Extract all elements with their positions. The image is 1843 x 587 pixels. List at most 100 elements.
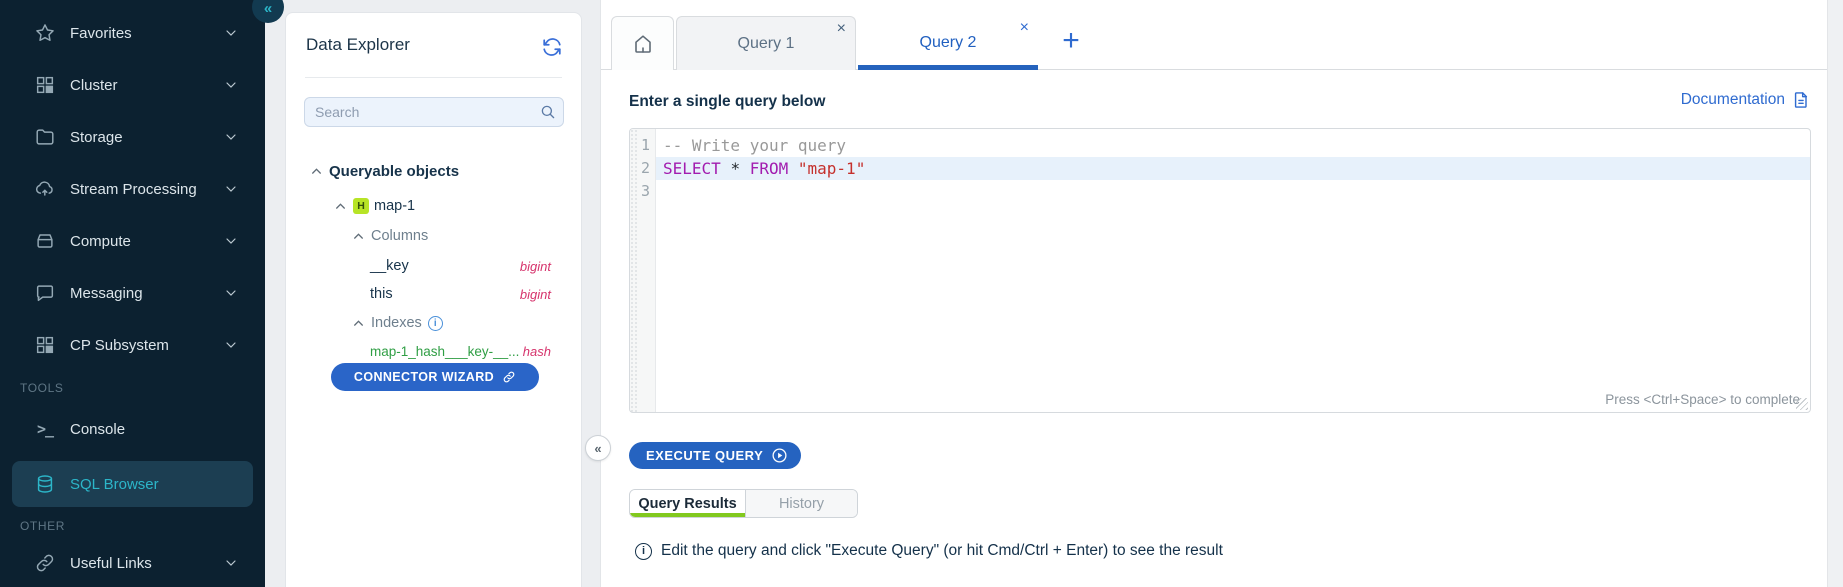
chevron-down-icon [223,337,239,353]
tab-label: Query Results [638,496,736,512]
index-type: hash [523,344,551,359]
chevron-up-icon[interactable] [310,165,323,178]
autocomplete-hint: Press <Ctrl+Space> to complete [1605,392,1800,407]
tree-item-index[interactable]: map-1_hash___key-__... hash [286,339,581,363]
sidebar-item-label: SQL Browser [70,476,159,493]
column-name: __key [370,258,409,274]
other-section-label: OTHER [20,519,65,533]
active-tab-indicator [858,65,1038,70]
sidebar-item-stream-processing[interactable]: Stream Processing [0,163,265,215]
document-icon [1791,90,1811,110]
sidebar-item-cp-subsystem[interactable]: CP Subsystem [0,319,265,371]
search-input[interactable] [304,97,564,127]
tab-home[interactable] [611,16,674,70]
chevron-down-icon [223,555,239,571]
code-line [656,180,1810,203]
editor-resize-handle[interactable] [1796,398,1808,410]
column-type: bigint [520,259,551,274]
execute-query-label: EXECUTE QUERY [646,448,763,463]
data-explorer-card: Data Explorer Queryable objects H map-1 … [285,12,582,587]
close-icon[interactable]: × [1020,20,1029,36]
sidebar-item-label: Console [70,421,125,438]
tools-section-label: TOOLS [20,381,63,395]
tab-query-1[interactable]: Query 1 × [676,16,856,70]
search-field-wrap [304,97,564,127]
chevron-up-icon[interactable] [352,317,365,330]
star-icon [33,21,57,45]
sidebar-item-sql-browser[interactable]: SQL Browser [12,461,253,507]
tab-history[interactable]: History [745,490,857,517]
editor-lines: 1 -- Write your query 2 SELECT * FROM "m… [630,134,1810,203]
documentation-link[interactable]: Documentation [1681,90,1811,110]
grid-icon [33,333,57,357]
search-icon [539,103,557,121]
info-icon: i [635,543,652,560]
index-name: map-1_hash___key-__... [370,344,519,359]
hazelcast-badge: H [353,198,369,214]
column-type: bigint [520,287,551,302]
sql-comment: -- Write your query [663,136,846,155]
execute-query-button[interactable]: EXECUTE QUERY [629,442,801,469]
line-number: 2 [630,157,656,180]
line-number: 3 [630,180,656,203]
sidebar-item-storage[interactable]: Storage [0,111,265,163]
active-result-tab-indicator [630,513,745,517]
link-icon [33,551,57,575]
query-tabbar: Query 1 × Query 2 × + [601,0,1827,70]
sql-editor[interactable]: 1 -- Write your query 2 SELECT * FROM "m… [629,128,1811,413]
sidebar-item-label: Useful Links [70,555,152,572]
sql-keyword: FROM [750,159,789,178]
tree-item-indexes[interactable]: Indexes i [286,311,581,335]
vertical-scrollbar[interactable] [1827,0,1843,587]
sql-star: * [730,159,740,178]
close-icon[interactable]: × [837,21,846,37]
tree-item-columns[interactable]: Columns [286,224,581,248]
tab-label: Query 1 [738,35,795,53]
sidebar-item-console[interactable]: >_ Console [0,403,265,455]
code-line-active: SELECT * FROM "map-1" [656,157,1810,180]
tab-query-results[interactable]: Query Results [630,490,745,517]
sidebar-item-cluster[interactable]: Cluster [0,59,265,111]
tree-item-queryable-objects[interactable]: Queryable objects [286,159,581,183]
sidebar-item-useful-links[interactable]: Useful Links [0,537,265,587]
drive-icon [33,229,57,253]
editor-line: 2 SELECT * FROM "map-1" [630,157,1810,180]
result-info-message: i Edit the query and click "Execute Quer… [629,542,1223,560]
tab-label: History [779,496,824,512]
cloud-arrow-icon [33,177,57,201]
sql-string: "map-1" [798,159,865,178]
chevron-down-icon [223,181,239,197]
chat-bubble-icon [33,281,57,305]
folder-icon [33,125,57,149]
sidebar-item-label: Stream Processing [70,181,197,198]
chevron-up-icon[interactable] [334,200,347,213]
sidebar-item-label: Favorites [70,25,132,42]
tree-label: map-1 [374,198,415,214]
database-icon [33,472,57,496]
sidebar-item-label: Cluster [70,77,118,94]
sidebar-item-label: Messaging [70,285,143,302]
connector-wizard-button[interactable]: CONNECTOR WIZARD [331,363,539,391]
refresh-icon[interactable] [541,36,565,60]
tree-item-column-this[interactable]: this bigint [286,282,581,306]
sidebar-item-label: Compute [70,233,131,250]
info-icon[interactable]: i [428,316,443,331]
chevron-down-icon [223,233,239,249]
result-tabs: Query Results History [629,489,858,518]
sidebar-item-compute[interactable]: Compute [0,215,265,267]
query-panel: Query 1 × Query 2 × + Enter a single que… [600,0,1827,587]
sidebar-item-label: Storage [70,129,123,146]
link-icon [502,370,516,384]
add-tab-button[interactable]: + [1046,16,1096,66]
chevron-down-icon [223,25,239,41]
sidebar-item-messaging[interactable]: Messaging [0,267,265,319]
tab-query-2[interactable]: Query 2 × [858,16,1038,70]
chevron-up-icon[interactable] [352,230,365,243]
home-icon [631,32,655,56]
tree-item-map-1[interactable]: H map-1 [286,194,581,218]
tree-item-column-key[interactable]: __key bigint [286,254,581,278]
explorer-collapse-button[interactable]: « [585,435,611,461]
tab-label: Query 2 [920,34,977,52]
sidebar: Favorites Cluster Storage Stream Process… [0,0,265,587]
sidebar-item-favorites[interactable]: Favorites [0,7,265,59]
